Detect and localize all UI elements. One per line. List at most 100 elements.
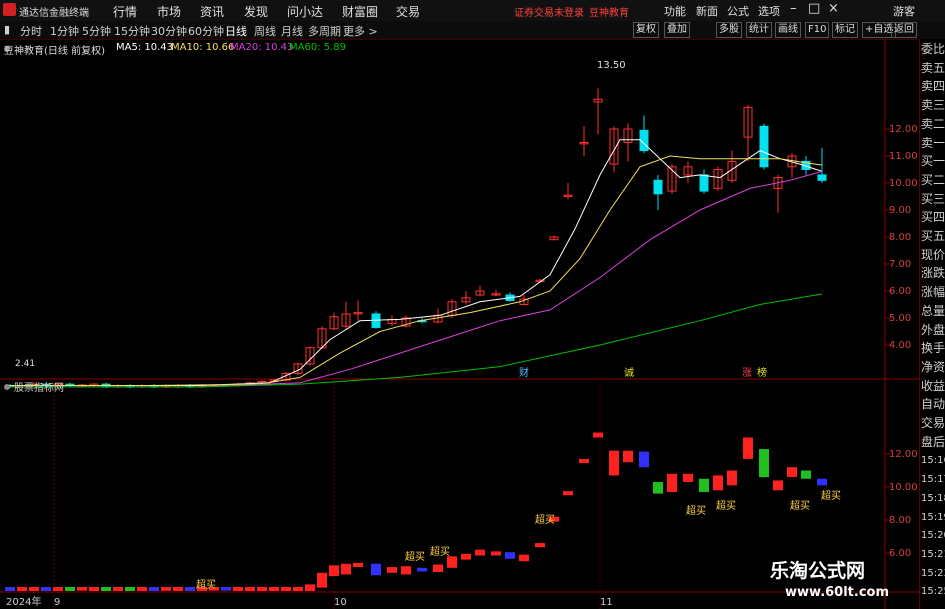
sidebar-item[interactable]: 买三 (921, 192, 945, 206)
indicator-bar (505, 552, 515, 559)
period-60min[interactable]: 60分钟 (188, 23, 224, 39)
indicator-bar (371, 563, 381, 576)
indicator-bar (329, 565, 339, 577)
indicator-bar (161, 587, 171, 591)
event-zhang[interactable]: 涨 (742, 367, 752, 379)
sidebar-item[interactable]: 卖三 (921, 99, 945, 112)
menu-item-market[interactable]: 市场 (157, 3, 181, 20)
sidebar-item[interactable]: 买四 (921, 211, 945, 224)
menu-item-wealth[interactable]: 财富圈 (342, 3, 378, 20)
sidebar-item[interactable]: 自动 (921, 398, 945, 411)
menu-item-trade[interactable]: 交易 (396, 3, 420, 20)
draw-line-button[interactable]: 画线 (775, 22, 801, 38)
y-tick-label: 10.00 (889, 178, 918, 189)
sidebar-item[interactable]: 外盘 (921, 323, 945, 337)
menu-item-ask[interactable]: 问小达 (287, 3, 323, 20)
indicator-bar (387, 567, 397, 573)
indicator-settings-icon[interactable] (4, 384, 10, 390)
sidebar-item[interactable]: 总量 (921, 304, 945, 318)
period-1min[interactable]: 1分钟 (50, 23, 79, 39)
guest-label[interactable]: 游客 (893, 3, 915, 19)
ind-y-tick-label: 8.00 (889, 515, 911, 526)
period-collapse-icon[interactable]: ▮ (4, 23, 10, 36)
period-more[interactable]: 更多 > (343, 23, 378, 39)
sidebar-item[interactable]: 15:17 (921, 473, 945, 486)
period-15min[interactable]: 15分钟 (114, 23, 150, 39)
menu-new-page[interactable]: 新面 (696, 3, 718, 19)
sidebar-item[interactable]: 换手 (921, 342, 945, 355)
sidebar-item[interactable]: 15:16 (921, 454, 945, 467)
indicator-bar (727, 470, 737, 486)
period-monthly[interactable]: 月线 (281, 23, 303, 39)
sidebar-item[interactable]: 卖二 (921, 117, 945, 131)
sidebar-item[interactable]: 卖一 (921, 136, 945, 150)
adjust-button[interactable]: 复权 (633, 22, 659, 38)
menu-formula[interactable]: 公式 (727, 3, 749, 19)
period-weekly[interactable]: 周线 (254, 23, 276, 39)
event-cheng[interactable]: 诚 (624, 367, 634, 379)
indicator-bar (743, 437, 753, 459)
overlay-button[interactable]: 叠加 (664, 22, 690, 38)
close-icon[interactable]: × (828, 1, 839, 16)
signal-label: 超买 (790, 499, 810, 512)
y-tick-label: 8.00 (889, 232, 911, 243)
login-notice[interactable]: 证券交易未登录 (514, 4, 584, 19)
menu-item-discover[interactable]: 发现 (244, 3, 268, 20)
sidebar-item[interactable]: 15:20 (921, 529, 945, 542)
sidebar-item[interactable]: 15:23 (921, 567, 945, 580)
indicator-bar (221, 587, 231, 591)
y-tick-label: 6.00 (889, 286, 911, 297)
indicator-bar (317, 572, 327, 588)
mark-button[interactable]: 标记 (832, 22, 858, 38)
sidebar-item[interactable]: 卖四 (921, 80, 945, 93)
minimize-icon[interactable]: – (790, 1, 797, 16)
watermark-text: 乐淘公式网 (770, 560, 866, 582)
sidebar-item[interactable]: 15:18 (921, 492, 945, 505)
sidebar-item[interactable]: 净资 (921, 360, 945, 374)
signal-label: 超买 (716, 499, 736, 512)
sidebar-item[interactable]: 委比 (921, 43, 945, 56)
period-30min[interactable]: 30分钟 (151, 23, 187, 39)
sidebar-item[interactable]: 卖五 (921, 61, 945, 75)
indicator-bar (173, 587, 183, 591)
period-5min[interactable]: 5分钟 (82, 23, 111, 39)
signal-label: 超买 (196, 578, 216, 591)
sidebar-item[interactable]: 买一 (921, 155, 945, 168)
sidebar-item[interactable]: 交易 (921, 417, 945, 430)
multi-stock-button[interactable]: 多股 (716, 22, 742, 38)
period-daily[interactable]: 日线 (225, 23, 247, 39)
sidebar-item[interactable]: 15:21 (921, 548, 945, 561)
event-cai[interactable]: 财 (519, 366, 529, 379)
menu-item-news[interactable]: 资讯 (200, 3, 224, 20)
candle-body (699, 174, 709, 192)
sidebar-item[interactable]: 涨跌 (921, 267, 945, 280)
indicator-bar (341, 563, 351, 575)
sidebar-item[interactable]: 现价 (921, 248, 945, 262)
low-price-label: 2.41 (15, 359, 35, 369)
kline-chart[interactable]: 12.00 11.00 10.00 9.00 8.00 7.00 6.00 5.00 4.00 1… (0, 39, 919, 609)
sidebar-item[interactable]: 涨幅 (921, 286, 945, 299)
indicator-bar (65, 587, 75, 591)
sidebar-item[interactable]: 盘后 (921, 435, 945, 449)
stats-button[interactable]: 统计 (746, 22, 772, 38)
indicator-bar (233, 587, 243, 591)
sidebar-item[interactable]: 15:19 (921, 511, 945, 524)
maximize-icon[interactable]: □ (808, 1, 820, 16)
back-button[interactable]: 返回 (891, 22, 917, 38)
sidebar-item[interactable]: 买五 (921, 230, 945, 243)
period-multi[interactable]: 多周期 (308, 23, 341, 39)
menu-function[interactable]: 功能 (664, 3, 686, 19)
sidebar-item[interactable]: 收益 (921, 379, 945, 393)
stock-name-notice: 豆神教育 (589, 8, 629, 19)
indicator-bar (41, 587, 51, 591)
menu-item-quote[interactable]: 行情 (113, 3, 137, 20)
sidebar-item[interactable]: 15:25 (921, 585, 945, 598)
sidebar-item[interactable]: 买二 (921, 173, 945, 187)
menu-options[interactable]: 选项 (758, 3, 780, 19)
event-bang[interactable]: 榜 (757, 366, 767, 379)
period-minute[interactable]: 分时 (20, 23, 42, 39)
grid-lines: 12.00 11.00 10.00 9.00 8.00 7.00 6.00 5.00 4.00 1… (53, 124, 918, 609)
f10-button[interactable]: F10 (805, 22, 830, 38)
indicator-bar (433, 564, 443, 572)
indicator-bar (89, 587, 99, 591)
